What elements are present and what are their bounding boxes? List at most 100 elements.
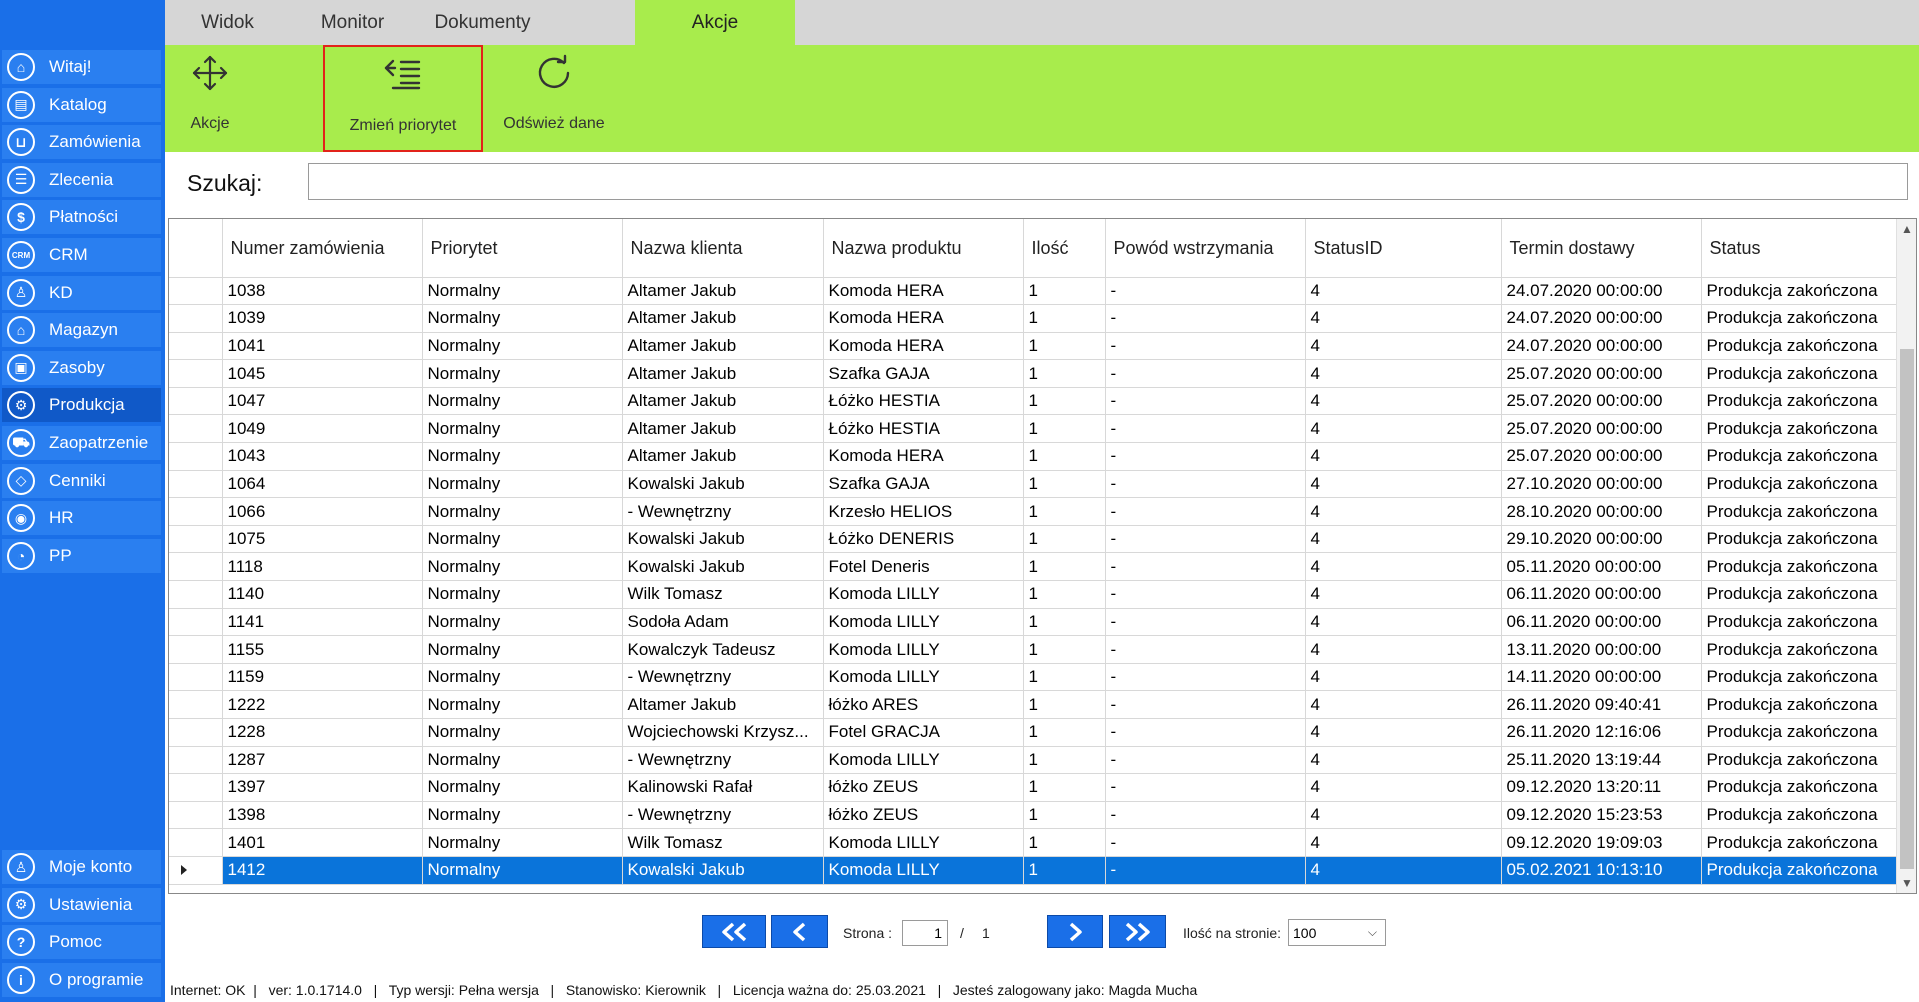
table-cell[interactable]: - [1105,635,1306,664]
table-cell[interactable]: 4 [1305,718,1502,747]
sidebar-item-witaj[interactable]: ⌂ Witaj! [2,50,161,84]
table-cell[interactable]: 1155 [222,635,423,664]
column-header[interactable]: Nazwa produktu [823,219,1024,278]
table-cell[interactable]: Komoda LILLY [823,635,1024,664]
table-cell[interactable]: Komoda LILLY [823,746,1024,775]
table-cell[interactable]: Produkcja zakończona [1701,663,1897,692]
table-cell[interactable]: Normalny [422,414,623,444]
table-row[interactable]: 1222 Normalny Altamer Jakub łóżko ARES 1-4 26… [169,690,1897,719]
row-selector[interactable] [169,746,223,775]
row-selector[interactable] [169,387,223,416]
table-cell[interactable]: Normalny [422,277,623,306]
table-cell[interactable]: Normalny [422,663,623,692]
column-header[interactable]: StatusID [1305,219,1502,278]
table-cell[interactable]: - [1105,414,1306,444]
sidebar-item-zasoby[interactable]: ▣ Zasoby [2,350,161,385]
per-page-select[interactable]: 100 ⌵ [1288,919,1386,946]
table-cell[interactable]: 1 [1023,635,1106,664]
row-selector[interactable] [169,690,223,719]
table-cell[interactable]: 14.11.2020 00:00:00 [1501,663,1702,692]
table-cell[interactable]: - Wewnętrzny [622,801,824,830]
sidebar-item-zamówienia[interactable]: ⊔ Zamówienia [2,125,161,160]
table-cell[interactable]: 1 [1023,304,1106,333]
table-cell[interactable]: Produkcja zakończona [1701,277,1897,306]
table-cell[interactable]: Komoda LILLY [823,856,1024,885]
table-row[interactable]: 1401 Normalny Wilk Tomasz Komoda LILLY 1-4 09… [169,828,1897,857]
table-cell[interactable]: 1 [1023,828,1106,857]
table-cell[interactable]: - Wewnętrzny [622,663,824,692]
table-cell[interactable]: Kowalski Jakub [622,525,824,554]
table-row[interactable]: 1140 Normalny Wilk Tomasz Komoda LILLY 1-4 06… [169,580,1897,609]
sidebar-item-pp[interactable]: ◔ PP [2,538,161,573]
scroll-down-icon[interactable]: ▼ [1897,873,1916,893]
table-cell[interactable]: - [1105,552,1306,582]
table-cell[interactable]: Normalny [422,470,623,499]
sidebar-item-moje-konto[interactable]: ♙ Moje konto [2,850,161,884]
table-cell[interactable]: Szafka GAJA [823,470,1024,499]
row-selector[interactable] [169,414,223,444]
table-cell[interactable]: 1038 [222,277,423,306]
sidebar-item-katalog[interactable]: ▤ Katalog [2,87,161,122]
table-cell[interactable]: Łóżko HESTIA [823,414,1024,444]
column-header[interactable]: Numer zamówienia [222,219,423,278]
sidebar-item-produkcja[interactable]: ⚙ Produkcja [2,388,161,423]
table-cell[interactable]: 1 [1023,277,1106,306]
table-cell[interactable]: Komoda LILLY [823,580,1024,609]
column-header[interactable]: Nazwa klienta [622,219,824,278]
table-cell[interactable]: Komoda HERA [823,304,1024,333]
table-cell[interactable]: Produkcja zakończona [1701,387,1897,416]
table-cell[interactable]: 24.07.2020 00:00:00 [1501,277,1702,306]
table-cell[interactable]: Normalny [422,746,623,775]
table-cell[interactable]: 1159 [222,663,423,692]
table-cell[interactable]: 4 [1305,608,1502,637]
table-cell[interactable]: Normalny [422,773,623,802]
row-selector[interactable] [169,608,223,637]
table-cell[interactable]: 4 [1305,304,1502,333]
table-cell[interactable]: Wilk Tomasz [622,580,824,609]
table-cell[interactable]: Sodoła Adam [622,608,824,637]
sidebar-item-pomoc[interactable]: ? Pomoc [2,925,161,960]
table-cell[interactable]: Normalny [422,552,623,582]
table-cell[interactable]: Normalny [422,497,623,526]
row-selector[interactable] [169,277,223,306]
table-cell[interactable]: - [1105,470,1306,499]
table-cell[interactable]: 4 [1305,470,1502,499]
table-cell[interactable]: - [1105,277,1306,306]
table-cell[interactable]: Altamer Jakub [622,690,824,719]
page-number-input[interactable] [902,920,948,946]
table-cell[interactable]: Kowalczyk Tadeusz [622,635,824,664]
table-cell[interactable]: Kowalski Jakub [622,470,824,499]
table-cell[interactable]: - [1105,525,1306,554]
table-cell[interactable]: 1 [1023,718,1106,747]
table-cell[interactable]: - [1105,580,1306,609]
row-selector[interactable] [169,332,223,361]
table-cell[interactable]: 1049 [222,414,423,444]
table-row[interactable]: 1287 Normalny - Wewnętrzny Komoda LILLY 1-4 2… [169,746,1897,775]
table-cell[interactable]: 1 [1023,580,1106,609]
table-row[interactable]: 1398 Normalny - Wewnętrzny łóżko ZEUS 1-4 09.… [169,801,1897,830]
table-cell[interactable]: Kowalski Jakub [622,856,824,885]
table-cell[interactable]: Produkcja zakończona [1701,828,1897,857]
scroll-up-icon[interactable]: ▲ [1897,219,1916,239]
table-row[interactable]: 1228 Normalny Wojciechowski Krzysz... Fotel… [169,718,1897,747]
table-cell[interactable]: Normalny [422,801,623,830]
table-row[interactable]: 1075 Normalny Kowalski Jakub Łóżko DENERIS 1… [169,525,1897,554]
table-cell[interactable]: Normalny [422,525,623,554]
table-cell[interactable]: 25.07.2020 00:00:00 [1501,387,1702,416]
table-row[interactable]: 1041 Normalny Altamer Jakub Komoda HERA 1-4 2… [169,332,1897,361]
table-cell[interactable]: Normalny [422,635,623,664]
table-cell[interactable]: - [1105,387,1306,416]
table-row[interactable]: 1039 Normalny Altamer Jakub Komoda HERA 1-4 2… [169,304,1897,333]
table-cell[interactable]: 1043 [222,442,423,471]
table-cell[interactable]: 09.12.2020 13:20:11 [1501,773,1702,802]
table-cell[interactable]: Normalny [422,304,623,333]
column-header[interactable]: Ilość [1023,219,1106,278]
table-row[interactable]: 1049 Normalny Altamer Jakub Łóżko HESTIA 1-4… [169,414,1897,444]
table-row[interactable]: 1412 Normalny Kowalski Jakub Komoda LILLY 1-… [169,856,1897,885]
table-cell[interactable]: Altamer Jakub [622,414,824,444]
tab-akcje[interactable]: Akcje [635,0,795,45]
table-cell[interactable]: 27.10.2020 00:00:00 [1501,470,1702,499]
row-selector[interactable] [169,635,223,664]
row-selector[interactable] [169,718,223,747]
table-cell[interactable]: łóżko ZEUS [823,801,1024,830]
